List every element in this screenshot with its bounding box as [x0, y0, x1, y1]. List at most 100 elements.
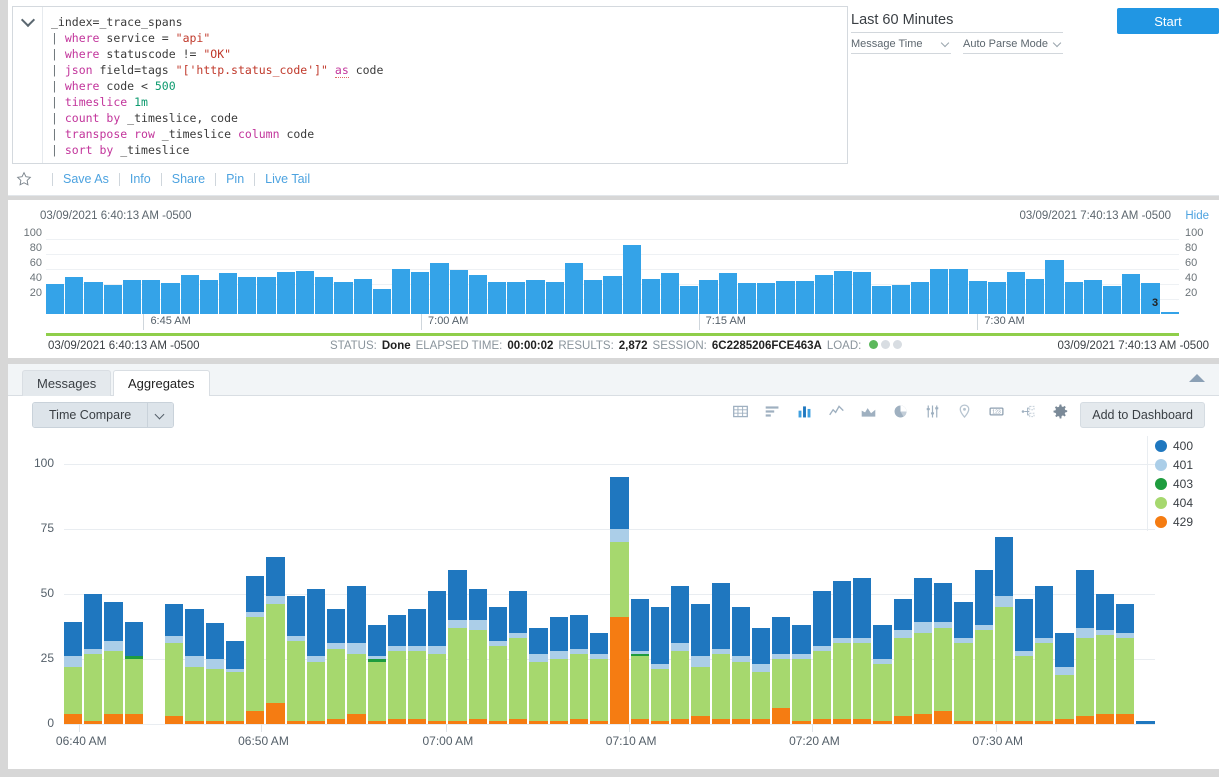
chart-bar[interactable] [934, 583, 952, 724]
timeline-bar[interactable] [642, 279, 660, 314]
timeline-selection-bar[interactable] [46, 333, 1179, 336]
timeline-bar[interactable] [738, 283, 756, 314]
timeline-bar[interactable] [1026, 279, 1044, 314]
time-compare-label[interactable]: Time Compare [33, 403, 147, 427]
timeline-bar[interactable] [1045, 260, 1063, 314]
chart-bar[interactable] [813, 591, 831, 724]
timeline-bar[interactable] [603, 276, 621, 314]
save-as-button[interactable]: Save As [63, 172, 109, 186]
time-compare-chevron-button[interactable] [147, 403, 173, 427]
chart-bar[interactable] [206, 623, 224, 725]
timeline-bar[interactable] [334, 282, 352, 314]
timeline-bar[interactable] [949, 269, 967, 314]
timeline-bar[interactable] [84, 282, 102, 314]
chart-bar[interactable] [631, 599, 649, 724]
timeline-bar[interactable] [181, 275, 199, 315]
timeline-bar[interactable] [277, 272, 295, 314]
chart-bar[interactable] [914, 578, 932, 724]
timeline-bar[interactable] [796, 281, 814, 314]
map-pin-icon[interactable] [956, 403, 973, 420]
chart-bar[interactable] [590, 633, 608, 724]
column-chart-icon[interactable] [796, 403, 813, 420]
chart-bar[interactable] [266, 557, 284, 724]
timeline-hide-button[interactable]: Hide [1185, 210, 1209, 222]
chart-bar[interactable] [287, 596, 305, 724]
legend-item[interactable]: 429 [1155, 512, 1213, 531]
timeline-bar[interactable] [526, 280, 544, 314]
chart-bar[interactable] [550, 617, 568, 724]
area-chart-icon[interactable] [860, 403, 877, 420]
live-tail-button[interactable]: Live Tail [265, 172, 310, 186]
timeline-bar[interactable] [296, 271, 314, 314]
collapse-up-icon[interactable] [1189, 374, 1205, 382]
timeline-bar[interactable] [969, 281, 987, 314]
chart-bar[interactable] [347, 586, 365, 724]
timeline-bar[interactable] [104, 285, 122, 314]
start-button[interactable]: Start [1117, 8, 1219, 34]
timeline-bar[interactable] [469, 275, 487, 314]
chart-bar[interactable] [246, 576, 264, 724]
timeline-bar[interactable] [892, 285, 910, 314]
single-value-icon[interactable]: 123 [988, 403, 1005, 420]
star-icon[interactable] [16, 171, 32, 187]
chart-bar[interactable] [833, 581, 851, 724]
timeline-bar[interactable] [546, 282, 564, 314]
timeline-bar[interactable] [507, 282, 525, 314]
chart-bar[interactable] [610, 477, 628, 724]
chart-bar[interactable] [691, 604, 709, 724]
chart-bar[interactable] [509, 591, 527, 724]
chart-bar[interactable] [84, 594, 102, 724]
timeline-bar[interactable] [1084, 280, 1102, 314]
chart-bar[interactable] [651, 607, 669, 724]
timeline-bar[interactable] [392, 269, 410, 314]
chart-bar[interactable] [226, 641, 244, 724]
chart-bar[interactable] [894, 599, 912, 724]
timeline-chart[interactable] [46, 232, 1179, 314]
chart-bar[interactable] [873, 625, 891, 724]
timeline-bar[interactable] [699, 280, 717, 314]
table-icon[interactable] [732, 403, 749, 420]
chart-bar[interactable] [1076, 570, 1094, 724]
timeline-bar[interactable] [411, 272, 429, 314]
horizontal-bar-chart-icon[interactable] [764, 403, 781, 420]
pin-button[interactable]: Pin [226, 172, 244, 186]
chart-bar[interactable] [1116, 604, 1134, 724]
chart-plot-area[interactable] [64, 448, 1155, 724]
parse-mode-select[interactable]: Auto Parse Mode [963, 36, 1063, 54]
sliders-icon[interactable] [924, 403, 941, 420]
timeline-bar[interactable] [1122, 274, 1140, 314]
timeline-bar[interactable] [200, 280, 218, 314]
timeline-bar[interactable] [123, 280, 141, 314]
chart-bar[interactable] [469, 589, 487, 724]
legend-item[interactable]: 401 [1155, 455, 1213, 474]
legend-item[interactable]: 400 [1155, 436, 1213, 455]
chart-bar[interactable] [995, 537, 1013, 724]
chart-bar[interactable] [712, 583, 730, 724]
pie-chart-icon[interactable] [892, 403, 909, 420]
chart-bar[interactable] [64, 622, 82, 724]
chart-bar[interactable] [529, 628, 547, 724]
timeline-bar[interactable] [988, 282, 1006, 314]
chart-bar[interactable] [975, 570, 993, 724]
chart-bar[interactable] [772, 617, 790, 724]
line-chart-icon[interactable] [828, 403, 845, 420]
timeline-bar[interactable] [488, 282, 506, 314]
timeline-bar[interactable] [719, 273, 737, 314]
chart-bar[interactable] [165, 604, 183, 724]
timeline-bar[interactable] [354, 279, 372, 314]
timeline-bar[interactable] [623, 245, 641, 314]
chart-bar[interactable] [428, 591, 446, 724]
tree-map-icon[interactable] [1020, 403, 1037, 420]
gear-icon[interactable] [1052, 403, 1069, 420]
timeline-bar[interactable] [46, 284, 64, 314]
timeline-bar[interactable] [1103, 286, 1121, 314]
chart-bar[interactable] [732, 607, 750, 724]
timeline-bar[interactable] [65, 277, 83, 314]
chart-bar[interactable] [752, 628, 770, 724]
chart-bar[interactable] [570, 615, 588, 724]
timeline-bar[interactable] [161, 283, 179, 314]
timeline-bar[interactable] [815, 275, 833, 315]
time-compare-dropdown[interactable]: Time Compare [32, 402, 174, 428]
timeline-bar[interactable] [565, 263, 583, 314]
timeline-bar[interactable] [930, 269, 948, 314]
